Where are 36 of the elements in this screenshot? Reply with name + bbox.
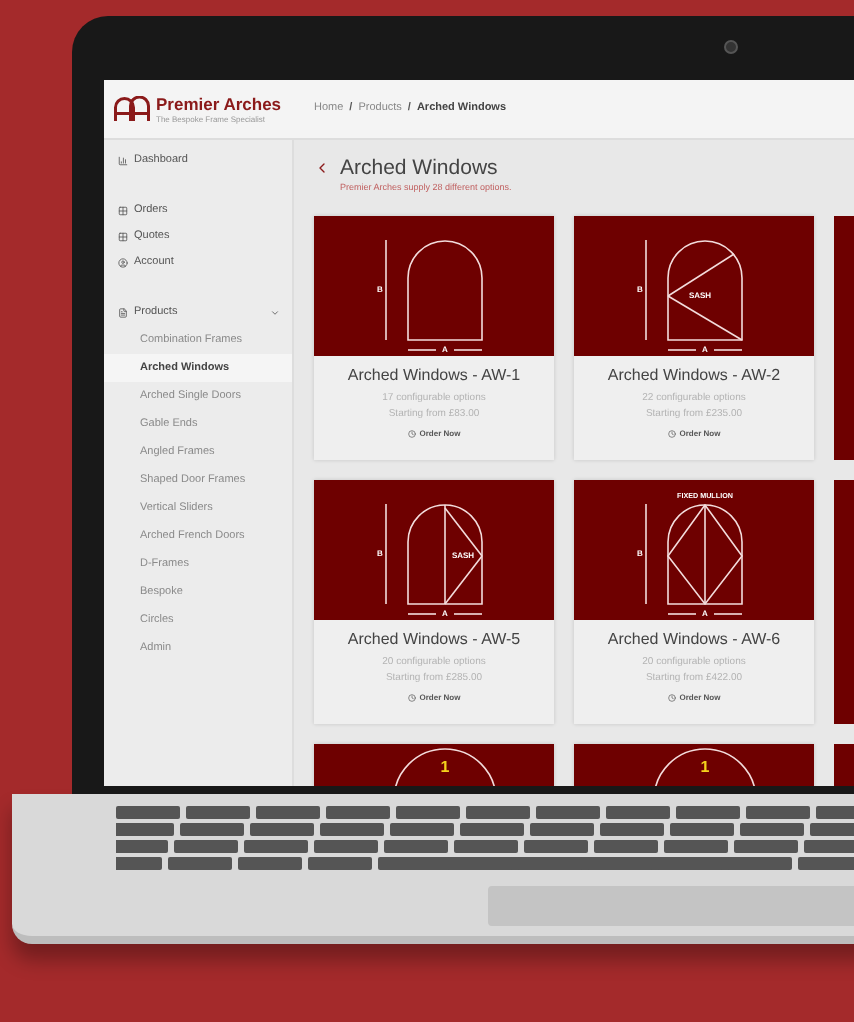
arch-outline <box>407 504 483 605</box>
width-dimension-line <box>667 613 743 615</box>
arch-outline <box>407 240 483 341</box>
panel-number: 1 <box>700 758 710 777</box>
clock-icon <box>667 694 676 702</box>
camera-icon <box>724 40 738 54</box>
product-title: Arched Windows - AW-5 <box>347 628 521 650</box>
product-card[interactable]: 1 <box>314 744 554 786</box>
clock-icon <box>407 694 416 702</box>
page-title: Arched Windows <box>340 156 498 180</box>
bar-chart-icon <box>118 156 128 166</box>
grid-icon <box>118 232 128 242</box>
product-title: Arched Windows - AW-2 <box>607 364 781 386</box>
height-dimension-line <box>385 503 387 605</box>
height-dimension-line <box>645 239 647 341</box>
width-dimension-line <box>667 349 743 351</box>
clock-icon <box>407 430 416 438</box>
arches-logo-icon <box>114 96 150 122</box>
width-dimension-line <box>407 349 483 351</box>
product-title: Arched Windows - AW-6 <box>607 628 781 650</box>
document-icon <box>118 308 128 318</box>
clock-icon <box>667 430 676 438</box>
arch-outline <box>667 240 743 341</box>
product-title: Arched Windows - AW-1 <box>347 364 521 386</box>
product-card[interactable]: 1 <box>574 744 814 786</box>
height-dimension-line <box>645 503 647 605</box>
user-circle-icon <box>118 258 128 268</box>
height-dimension-line <box>385 239 387 341</box>
arch-outline <box>667 504 743 605</box>
brand-name: Premier Arches <box>156 95 282 113</box>
panel-number: 1 <box>440 758 450 777</box>
arch-outline <box>393 748 497 786</box>
back-icon[interactable] <box>314 160 330 176</box>
width-dimension-line <box>407 613 483 615</box>
grid-icon <box>118 206 128 216</box>
arch-outline <box>653 748 757 786</box>
